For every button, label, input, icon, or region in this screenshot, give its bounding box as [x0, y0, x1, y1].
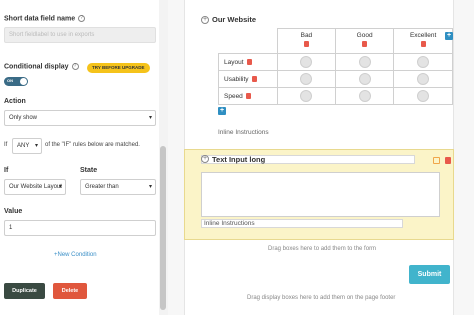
matrix-row-header[interactable]: Usability — [218, 70, 278, 88]
rule-match-select[interactable]: ANY — [12, 138, 42, 154]
value-input[interactable]: 1 — [4, 220, 156, 236]
matrix-cell[interactable] — [334, 53, 395, 71]
toggle-knob — [20, 78, 27, 85]
radio-button[interactable] — [300, 90, 313, 102]
trash-icon[interactable] — [251, 75, 257, 82]
inline-instructions[interactable]: Inline Instructions — [218, 129, 269, 136]
trash-icon[interactable] — [420, 41, 426, 47]
matrix-column-header[interactable]: Bad — [276, 28, 336, 54]
matrix-cell[interactable] — [334, 87, 395, 105]
if-field-select[interactable]: Our Website Layout — [4, 179, 66, 195]
matrix-row-header[interactable]: Layout — [218, 53, 278, 71]
settings-panel: Short data field name? Short fieldlabel … — [0, 0, 168, 315]
text-input-area[interactable] — [201, 172, 440, 217]
plus-circle-icon[interactable]: + — [201, 16, 209, 25]
radio-button[interactable] — [358, 90, 371, 102]
duplicate-button[interactable]: Duplicate — [4, 283, 45, 299]
rating-matrix: Bad Good Excellent Layout Usability Spee… — [218, 28, 453, 105]
help-icon[interactable]: ? — [71, 63, 79, 70]
if-prefix: If — [4, 142, 8, 148]
radio-button[interactable] — [417, 56, 430, 68]
matrix-row-header[interactable]: Speed — [218, 87, 278, 105]
matrix-cell[interactable] — [393, 53, 453, 71]
conditional-display-label: Conditional display? — [4, 63, 79, 70]
submit-button[interactable]: Submit — [409, 265, 450, 284]
short-data-field-input[interactable]: Short fieldlabel to use in exports — [4, 27, 156, 43]
matrix-cell[interactable] — [276, 87, 336, 105]
trash-icon[interactable] — [303, 41, 309, 47]
action-label: Action — [4, 98, 26, 105]
matrix-cell[interactable] — [393, 70, 453, 88]
if-label: If — [4, 167, 9, 174]
matrix-cell[interactable] — [276, 53, 336, 71]
trash-icon[interactable] — [246, 58, 252, 65]
radio-button[interactable] — [358, 73, 371, 85]
plus-circle-icon[interactable]: + — [201, 155, 209, 163]
rule-match-text: of the "IF" rules below are matched. — [45, 142, 140, 148]
footer-dropzone[interactable]: Drag display boxes here to add them on t… — [247, 295, 395, 301]
radio-button[interactable] — [417, 73, 430, 85]
radio-button[interactable] — [417, 90, 430, 102]
radio-button[interactable] — [300, 56, 313, 68]
matrix-corner — [219, 29, 278, 54]
matrix-cell[interactable] — [276, 70, 336, 88]
trash-icon[interactable] — [245, 92, 251, 99]
toggle-label: ON — [7, 78, 13, 83]
matrix-column-header[interactable]: Excellent — [393, 28, 453, 54]
radio-button[interactable] — [300, 73, 313, 85]
scrollbar-thumb[interactable] — [160, 146, 166, 310]
conditional-display-toggle[interactable]: ON — [4, 77, 28, 86]
action-select[interactable]: Only show — [4, 110, 156, 126]
radio-button[interactable] — [358, 56, 371, 68]
value-label: Value — [4, 208, 23, 215]
add-column-icon[interactable]: + — [445, 32, 453, 40]
matrix-column-header[interactable]: Good — [334, 28, 395, 54]
delete-button[interactable]: Delete — [53, 283, 87, 299]
inline-instructions-field[interactable]: Inline Instructions — [201, 219, 403, 228]
matrix-cell[interactable] — [334, 70, 395, 88]
form-canvas: + Our Website Bad Good Excellent Layout U… — [168, 0, 474, 315]
upgrade-badge[interactable]: TRY BEFORE UPGRADE — [87, 63, 150, 73]
short-data-field-label: Short data field name? — [4, 15, 86, 22]
help-icon[interactable]: ? — [78, 15, 86, 22]
state-label: State — [80, 167, 98, 174]
state-select[interactable]: Greater than — [80, 179, 156, 195]
form-dropzone[interactable]: Drag boxes here to add them to the form — [268, 246, 376, 252]
matrix-cell[interactable] — [393, 87, 453, 105]
copy-icon[interactable] — [433, 157, 440, 164]
matrix-title[interactable]: + Our Website — [201, 15, 256, 25]
new-condition-link[interactable]: +New Condition — [54, 252, 97, 258]
add-row-icon[interactable]: + — [218, 107, 226, 115]
trash-icon[interactable] — [362, 41, 368, 47]
trash-icon[interactable] — [445, 157, 451, 164]
text-input-title[interactable]: + Text Input long — [201, 155, 415, 164]
